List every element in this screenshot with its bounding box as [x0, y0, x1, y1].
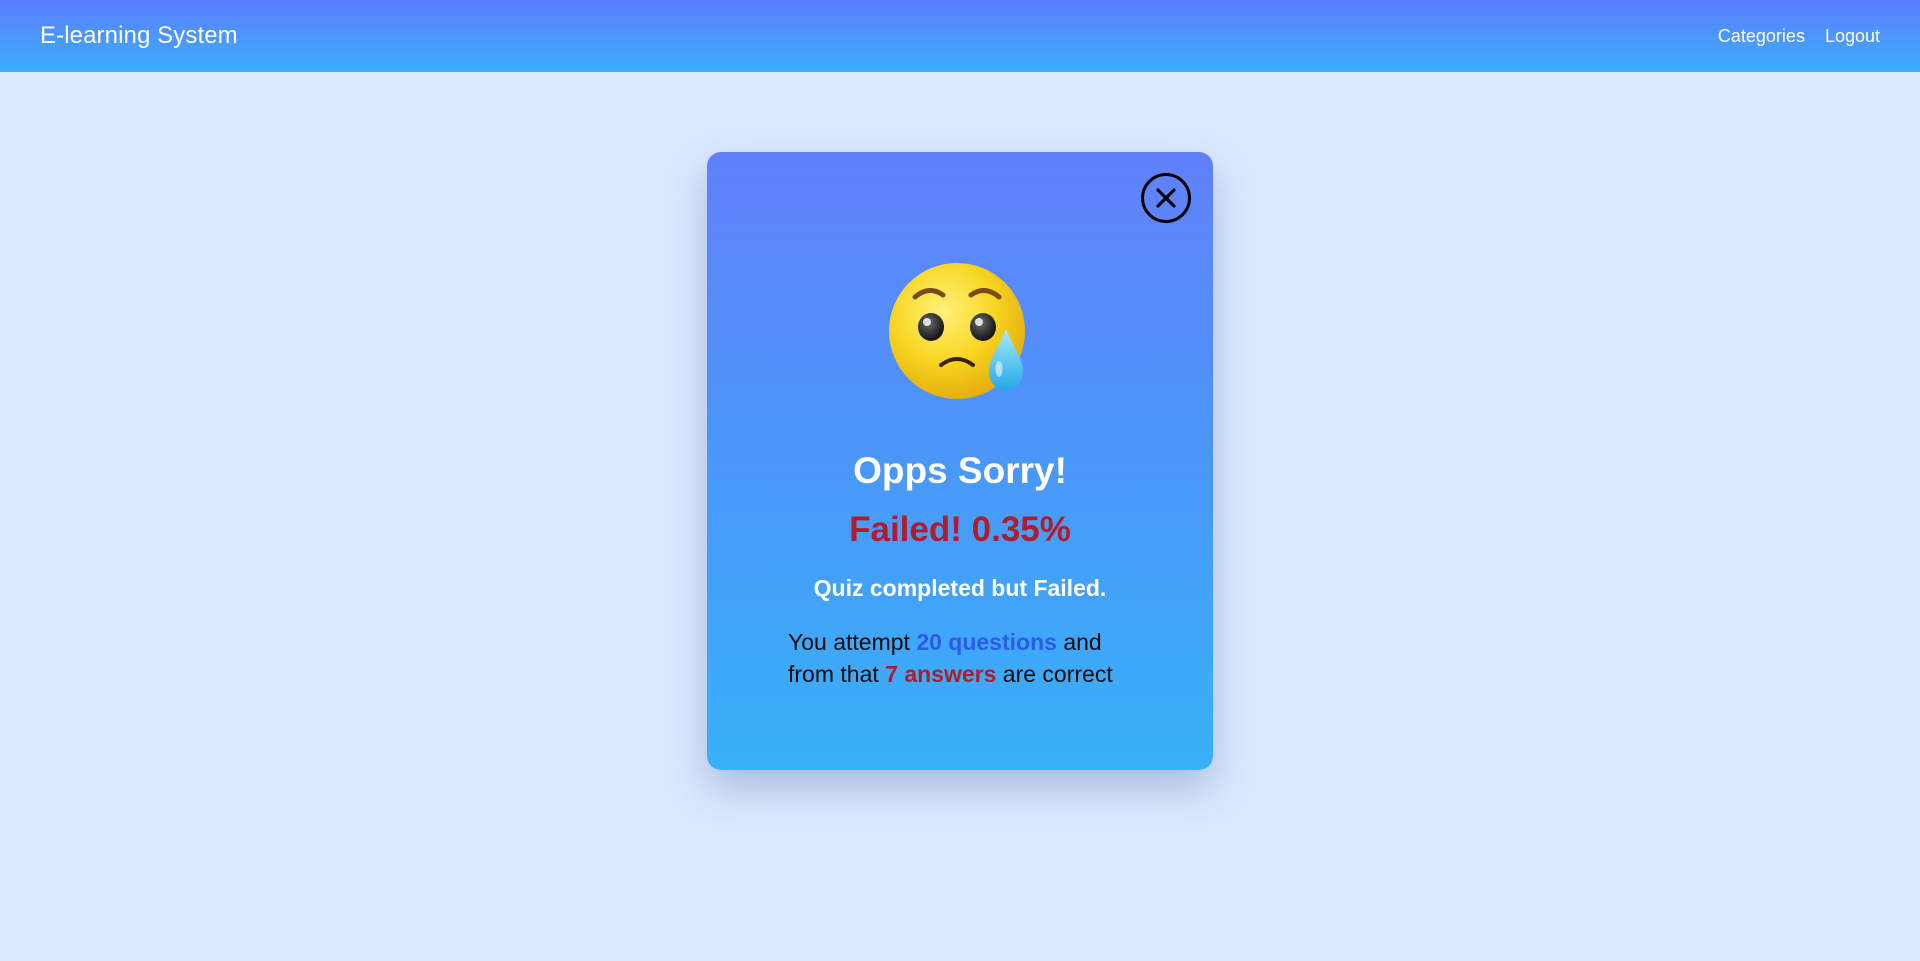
details-suffix: are correct [1002, 661, 1113, 687]
top-navbar: E-learning System Categories Logout [0, 0, 1920, 72]
result-label: Failed! [849, 510, 962, 549]
result-subtitle: Quiz completed but Failed. [813, 575, 1107, 601]
crying-face-icon [889, 263, 1025, 399]
result-details: You attempt 20 questions and from that 7… [788, 626, 1148, 690]
quiz-result-modal: Opps Sorry! Failed! 0.35% Quiz completed… [707, 152, 1213, 770]
close-icon [1156, 188, 1176, 208]
result-title: Opps Sorry! [853, 450, 1067, 491]
details-prefix: You attempt [788, 629, 910, 655]
nav-links: Categories Logout [1718, 26, 1880, 47]
brand-title[interactable]: E-learning System [40, 22, 238, 50]
nav-link-logout[interactable]: Logout [1825, 26, 1880, 47]
answers-count: 7 answers [885, 661, 997, 687]
questions-count: 20 questions [916, 629, 1057, 655]
result-percentage: 0.35% [971, 510, 1071, 549]
result-score: Failed! 0.35% [707, 510, 1213, 550]
nav-link-categories[interactable]: Categories [1718, 26, 1805, 47]
close-button[interactable] [1141, 173, 1191, 223]
